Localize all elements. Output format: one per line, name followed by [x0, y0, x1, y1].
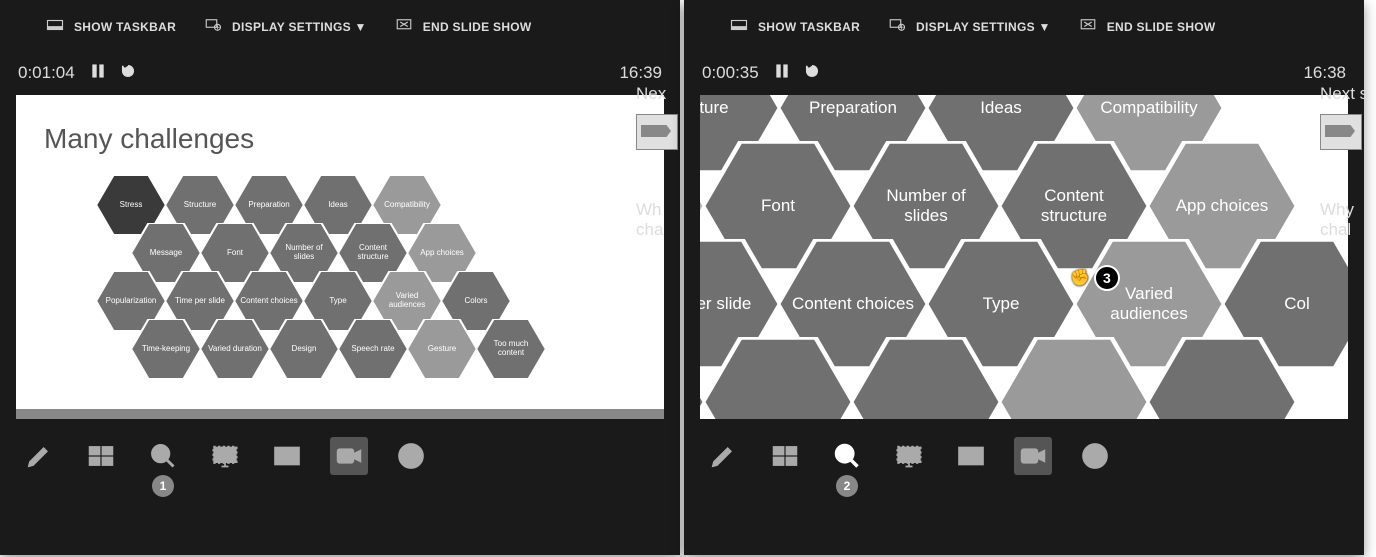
end-slideshow-label: END SLIDE SHOW [1107, 20, 1216, 34]
hex-cell [1147, 337, 1297, 419]
top-toolbar: SHOW TASKBAR DISPLAY SETTINGS ▼ END SLID… [0, 0, 680, 47]
next-slide-thumb[interactable] [1320, 114, 1362, 150]
hex-cell: Gesture [407, 319, 477, 379]
taskbar-icon [730, 16, 748, 37]
current-slide: Many challenges StressStructurePreparati… [16, 95, 664, 419]
next-slide-title-line1: Wh [636, 200, 684, 220]
display-settings-icon [888, 16, 906, 37]
timer-row: 0:01:04 16:39 [0, 47, 680, 91]
display-settings-button[interactable]: DISPLAY SETTINGS ▼ [204, 16, 367, 37]
display-settings-button[interactable]: DISPLAY SETTINGS ▼ [888, 16, 1051, 37]
hex-cell: Varied duration [200, 319, 270, 379]
end-slideshow-label: END SLIDE SHOW [423, 20, 532, 34]
timer-row: 0:00:35 16:38 [684, 47, 1364, 91]
presenter-panel-right: SHOW TASKBAR DISPLAY SETTINGS ▼ END SLID… [684, 0, 1364, 555]
see-all-slides-tool[interactable] [766, 437, 804, 475]
camera-tool[interactable] [1014, 437, 1052, 475]
pause-button[interactable] [91, 64, 105, 83]
more-tools[interactable] [392, 437, 430, 475]
pause-button[interactable] [775, 64, 789, 83]
hex-cell [851, 337, 1001, 419]
slide-title: Many challenges [44, 123, 254, 155]
restart-button[interactable] [121, 64, 135, 83]
next-slide-column: Nex Wh cha [636, 84, 684, 241]
end-slideshow-button[interactable]: END SLIDE SHOW [395, 16, 532, 37]
hex-cell: Too much content [476, 319, 546, 379]
end-show-icon [395, 16, 413, 37]
pen-tool[interactable] [20, 437, 58, 475]
callout-badge-1: 1 [152, 475, 174, 497]
more-tools[interactable] [1076, 437, 1114, 475]
display-settings-label: DISPLAY SETTINGS ▼ [916, 20, 1051, 34]
clock-time: 16:38 [1303, 63, 1346, 83]
hex-cell [703, 337, 853, 419]
tool-row: 1 [0, 419, 680, 479]
callout-badge-2: 2 [836, 475, 858, 497]
taskbar-icon [46, 16, 64, 37]
show-taskbar-label: SHOW TASKBAR [758, 20, 860, 34]
see-all-slides-tool[interactable] [82, 437, 120, 475]
subtitle-tool[interactable] [268, 437, 306, 475]
next-label: Nex [636, 84, 684, 104]
display-settings-icon [204, 16, 222, 37]
show-taskbar-button[interactable]: SHOW TASKBAR [46, 16, 176, 37]
next-label: Next s [1320, 84, 1368, 104]
slide-footer-bar [16, 409, 664, 419]
hex-cell: Time-keeping [131, 319, 201, 379]
zoom-tool[interactable]: 1 [144, 437, 182, 475]
top-toolbar: SHOW TASKBAR DISPLAY SETTINGS ▼ END SLID… [684, 0, 1364, 47]
display-settings-label: DISPLAY SETTINGS ▼ [232, 20, 367, 34]
hex-cell: Speech rate [338, 319, 408, 379]
show-taskbar-label: SHOW TASKBAR [74, 20, 176, 34]
end-show-icon [1079, 16, 1097, 37]
zoomed-slide[interactable]: ucturePreparationIdeasCompatibilityFontN… [700, 95, 1348, 419]
subtitle-tool[interactable] [952, 437, 990, 475]
next-slide-thumb[interactable] [636, 114, 678, 150]
restart-button[interactable] [805, 64, 819, 83]
show-taskbar-button[interactable]: SHOW TASKBAR [730, 16, 860, 37]
camera-tool[interactable] [330, 437, 368, 475]
clock-time: 16:39 [619, 63, 662, 83]
zoom-tool[interactable]: 2 [828, 437, 866, 475]
end-slideshow-button[interactable]: END SLIDE SHOW [1079, 16, 1216, 37]
tool-row: 2 [684, 419, 1364, 479]
hex-cell: Design [269, 319, 339, 379]
black-screen-tool[interactable] [890, 437, 928, 475]
elapsed-time: 0:00:35 [702, 63, 759, 83]
next-slide-title-line2: cha [636, 220, 684, 240]
presenter-panel-left: SHOW TASKBAR DISPLAY SETTINGS ▼ END SLID… [0, 0, 680, 555]
next-slide-title-line1: Why [1320, 200, 1368, 220]
next-slide-column: Next s Why chal [1320, 84, 1368, 241]
elapsed-time: 0:01:04 [18, 63, 75, 83]
black-screen-tool[interactable] [206, 437, 244, 475]
hex-cell [999, 337, 1149, 419]
pen-tool[interactable] [704, 437, 742, 475]
next-slide-title-line2: chal [1320, 220, 1368, 240]
